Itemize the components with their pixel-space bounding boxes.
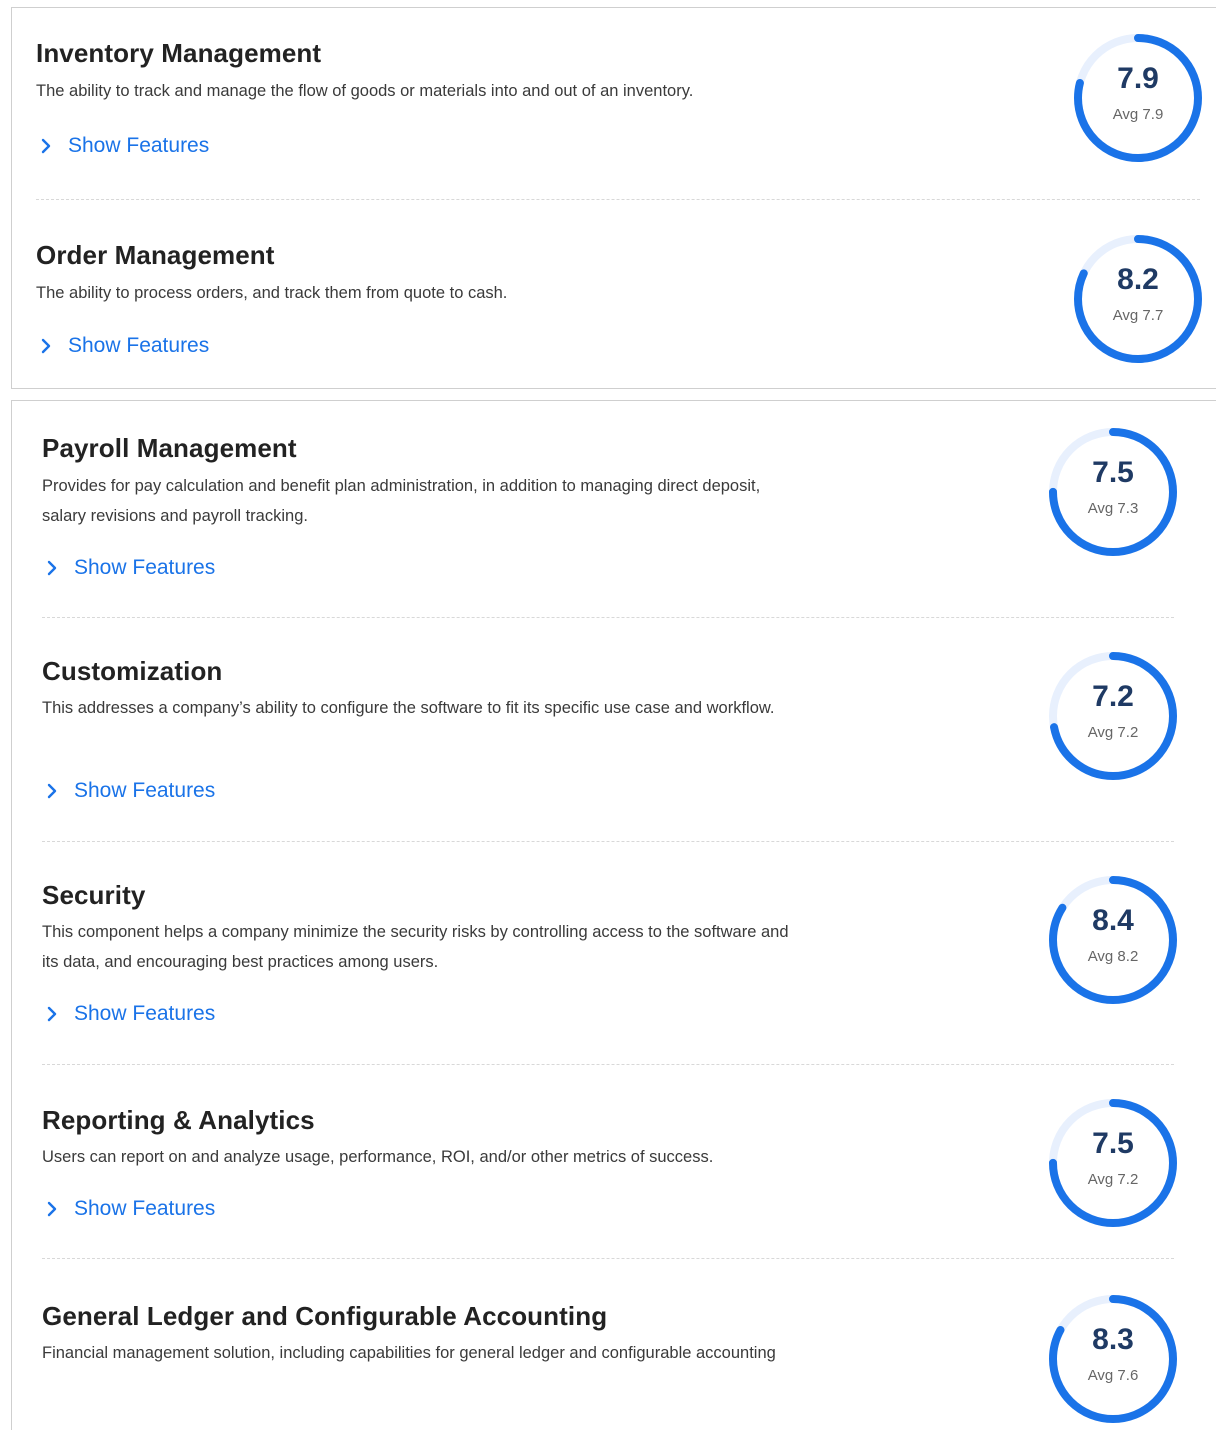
chevron-right-icon xyxy=(47,1201,57,1217)
chevron-right-icon xyxy=(41,338,51,354)
show-features-label: Show Features xyxy=(74,1002,216,1025)
feature-row-customization: Customization This addresses a company’s… xyxy=(12,618,1216,842)
feature-row-inventory-management: Inventory Management The ability to trac… xyxy=(12,8,1216,200)
feature-title: Reporting & Analytics xyxy=(42,1105,315,1135)
show-features-label: Show Features xyxy=(68,334,210,357)
feature-title: General Ledger and Configurable Accounti… xyxy=(42,1301,608,1331)
score-value: 7.2 xyxy=(1092,680,1134,713)
show-features-button[interactable]: Show Features xyxy=(46,1002,215,1026)
chevron-right-icon xyxy=(47,560,57,576)
average-score: Avg 7.6 xyxy=(1087,1367,1139,1384)
feature-description: This addresses a company’s ability to co… xyxy=(42,699,775,717)
show-features-label: Show Features xyxy=(74,1197,216,1220)
show-features-button[interactable]: Show Features xyxy=(40,334,209,358)
score-value: 7.5 xyxy=(1092,1127,1134,1160)
score-value: 7.9 xyxy=(1117,62,1159,95)
feature-row-security: Security This component helps a company … xyxy=(12,842,1216,1065)
score-value: 8.3 xyxy=(1092,1323,1134,1356)
score-value: 8.2 xyxy=(1117,263,1159,296)
feature-description: Financial management solution, including… xyxy=(42,1344,776,1362)
feature-title: Payroll Management xyxy=(42,433,297,463)
feature-row-reporting-analytics: Reporting & Analytics Users can report o… xyxy=(12,1065,1216,1259)
chevron-right-icon xyxy=(47,783,57,799)
score-ring-icon xyxy=(1049,1295,1177,1423)
score-value: 7.5 xyxy=(1092,456,1134,489)
feature-row-general-ledger: General Ledger and Configurable Accounti… xyxy=(12,1259,1216,1431)
score-gauge: 8.3 Avg 7.6 xyxy=(1048,1294,1178,1424)
feature-description: Provides for pay calculation and benefit… xyxy=(42,477,761,525)
average-score: Avg 8.2 xyxy=(1087,948,1139,965)
score-gauge: 7.5 Avg 7.2 xyxy=(1048,1098,1178,1228)
feature-title: Customization xyxy=(42,656,223,686)
average-score: Avg 7.2 xyxy=(1087,724,1139,741)
show-features-label: Show Features xyxy=(68,134,210,157)
score-gauge: 8.2 Avg 7.7 xyxy=(1073,234,1203,364)
score-ring-icon xyxy=(1049,652,1177,780)
feature-panel-2: Payroll Management Provides for pay calc… xyxy=(11,400,1216,1430)
feature-description: The ability to track and manage the flow… xyxy=(36,82,694,100)
feature-row-payroll-management: Payroll Management Provides for pay calc… xyxy=(12,401,1216,618)
feature-description: This component helps a company minimize … xyxy=(42,923,789,971)
chevron-right-icon xyxy=(41,138,51,154)
show-features-button[interactable]: Show Features xyxy=(46,1197,215,1221)
show-features-button[interactable]: Show Features xyxy=(40,134,209,158)
feature-title: Security xyxy=(42,880,146,910)
score-gauge: 7.9 Avg 7.9 xyxy=(1073,33,1203,163)
score-ring-icon xyxy=(1049,428,1177,556)
show-features-label: Show Features xyxy=(74,779,216,802)
feature-panel-1: Inventory Management The ability to trac… xyxy=(11,7,1216,389)
score-ring-icon xyxy=(1049,876,1177,1004)
score-gauge: 7.5 Avg 7.3 xyxy=(1048,427,1178,557)
average-score: Avg 7.7 xyxy=(1112,307,1164,324)
score-ring-icon xyxy=(1049,1099,1177,1227)
average-score: Avg 7.3 xyxy=(1087,500,1139,517)
score-gauge: 7.2 Avg 7.2 xyxy=(1048,651,1178,781)
chevron-right-icon xyxy=(47,1006,57,1022)
score-ring-icon xyxy=(1074,235,1202,363)
average-score: Avg 7.2 xyxy=(1087,1171,1139,1188)
feature-row-order-management: Order Management The ability to process … xyxy=(12,200,1216,388)
feature-description: Users can report on and analyze usage, p… xyxy=(42,1148,714,1166)
score-gauge: 8.4 Avg 8.2 xyxy=(1048,875,1178,1005)
score-ring-icon xyxy=(1074,34,1202,162)
score-value: 8.4 xyxy=(1092,904,1134,937)
show-features-button[interactable]: Show Features xyxy=(46,779,215,803)
feature-description: The ability to process orders, and track… xyxy=(36,284,508,302)
feature-title: Order Management xyxy=(36,240,275,270)
feature-title: Inventory Management xyxy=(36,38,322,68)
show-features-button[interactable]: Show Features xyxy=(46,556,215,580)
average-score: Avg 7.9 xyxy=(1112,106,1164,123)
show-features-label: Show Features xyxy=(74,556,216,579)
